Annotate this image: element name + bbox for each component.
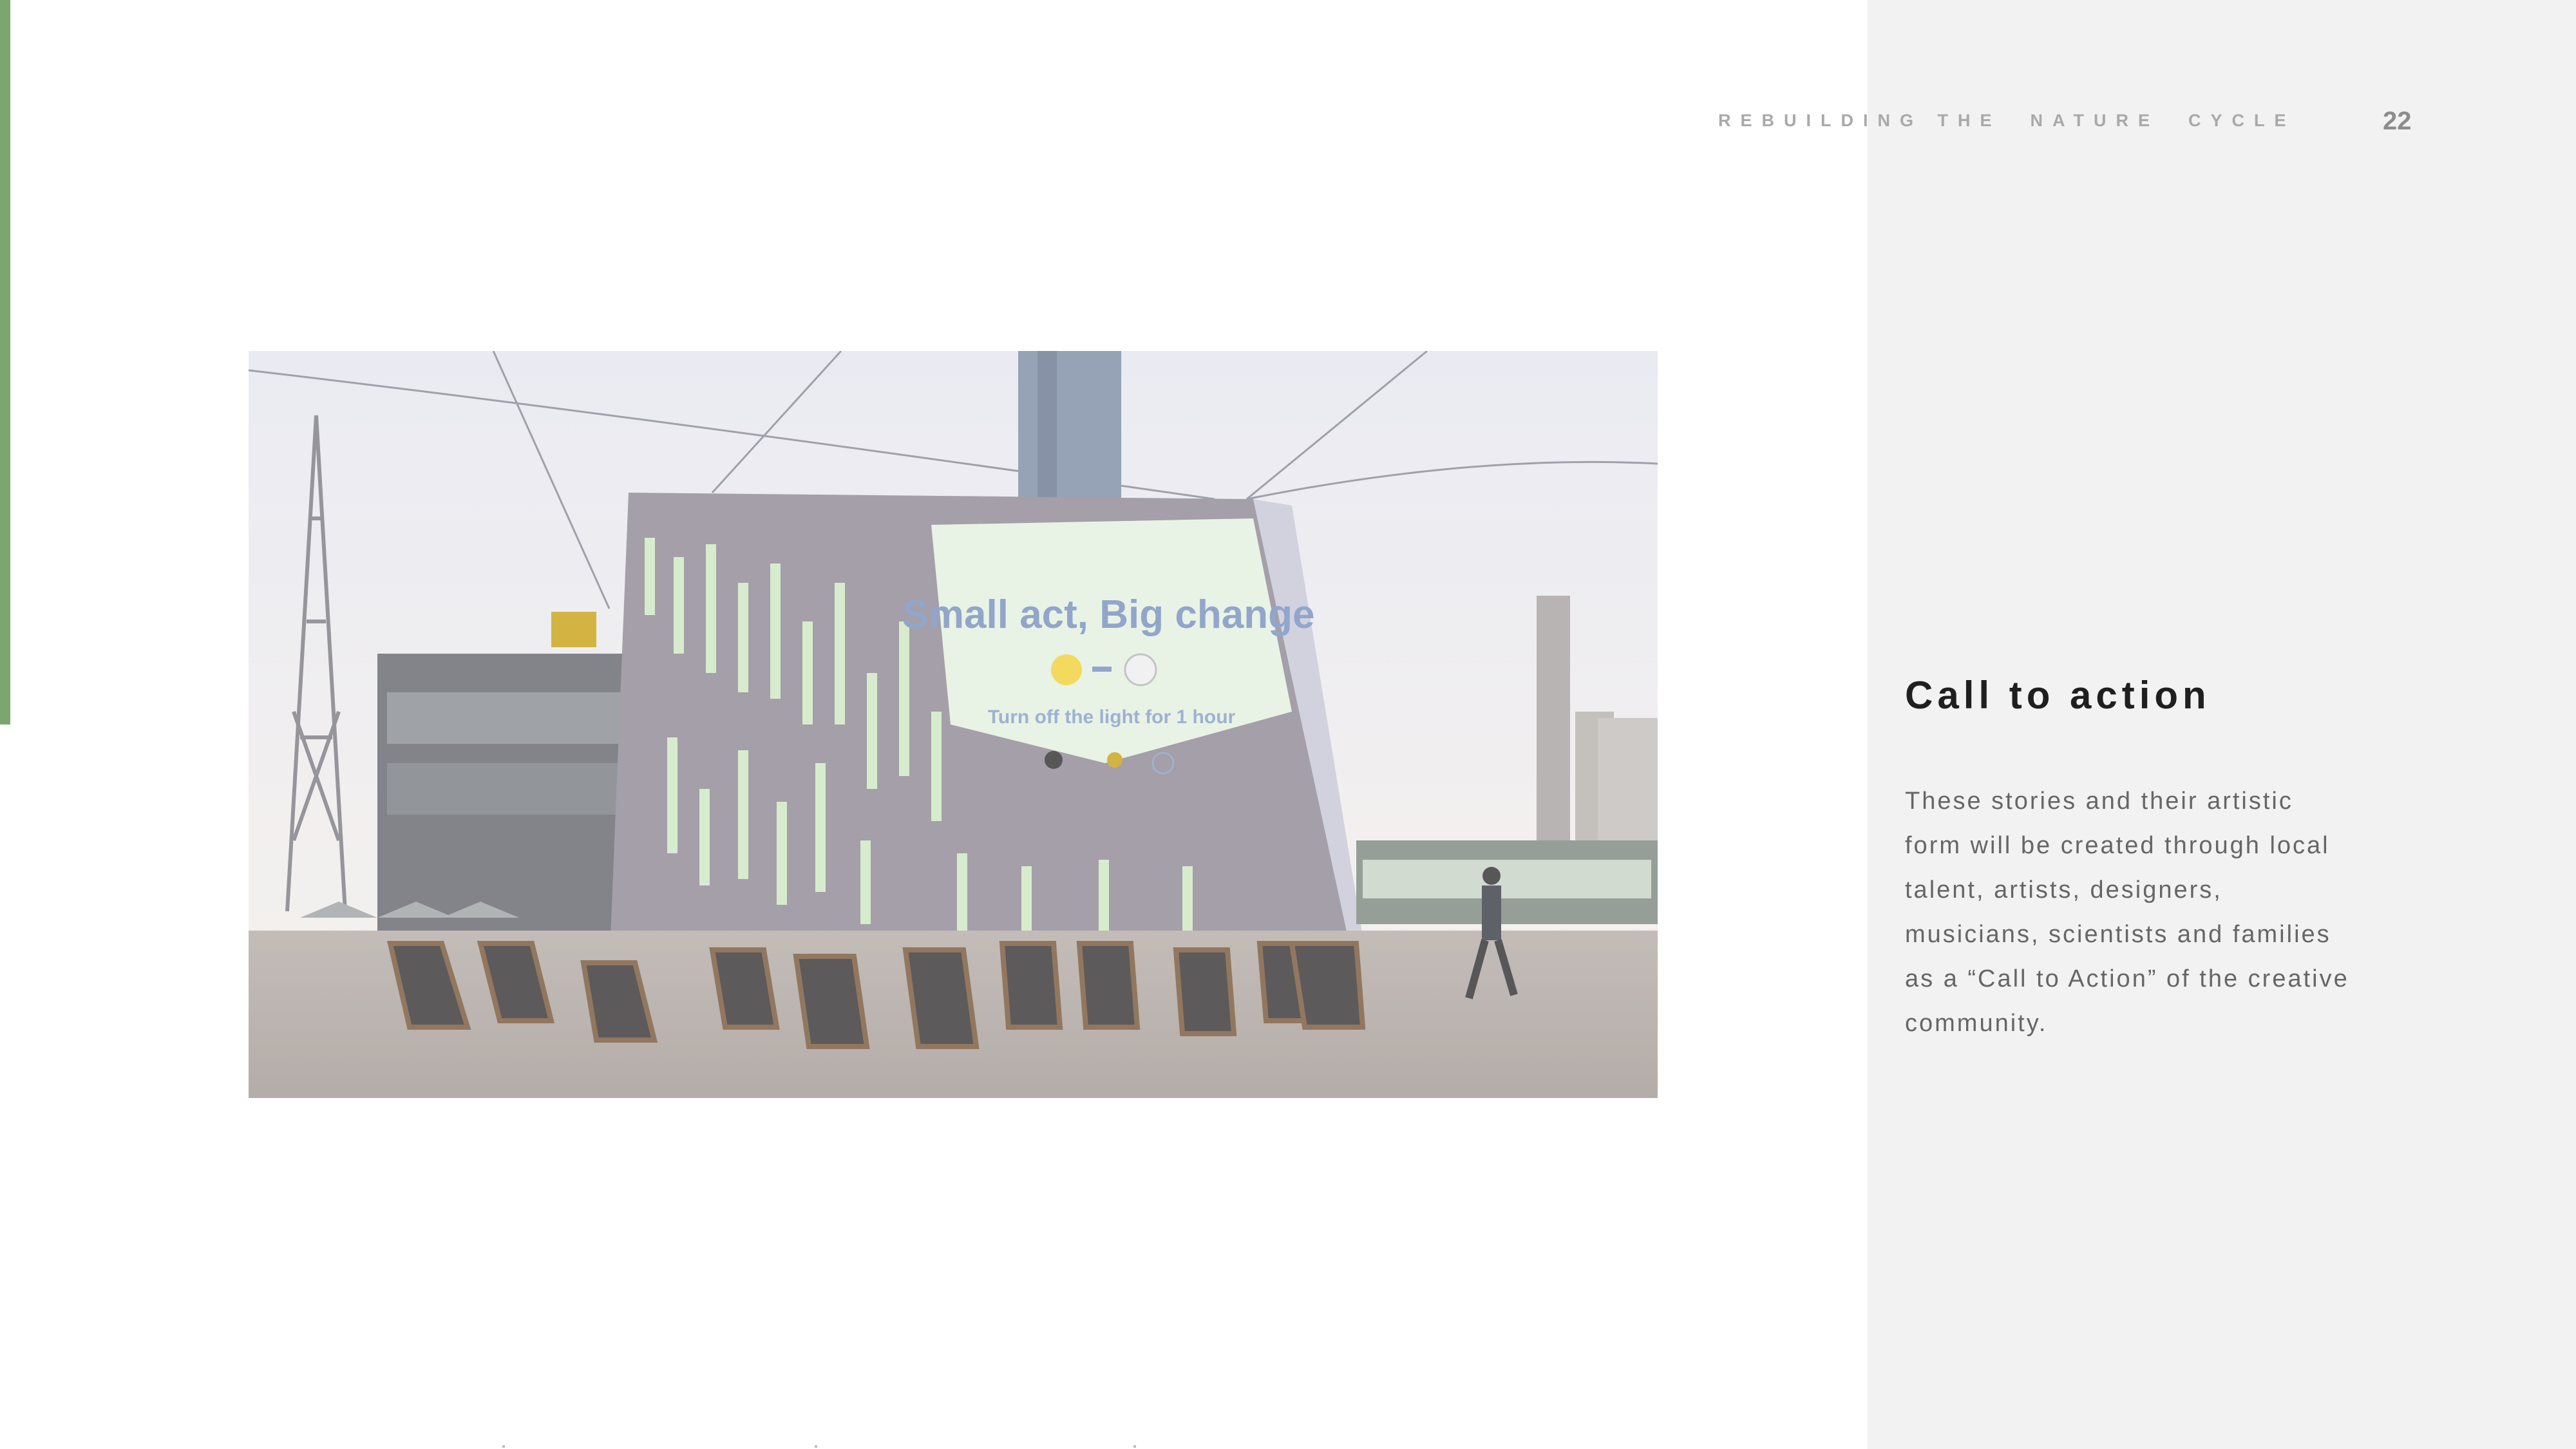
accent-bar — [0, 0, 10, 724]
photo-illustration: Small act, Big change Turn off the light… — [249, 351, 1658, 1098]
section-body: These stories and their artistic form wi… — [1905, 788, 2349, 1037]
section-heading: Call to action — [1905, 674, 2211, 717]
federation-square-photo: Small act, Big change Turn off the light… — [249, 351, 1658, 1098]
footer-marks — [502, 1445, 1146, 1449]
page-number: 22 — [2383, 107, 2412, 135]
side-panel — [1868, 0, 2576, 1449]
running-header: REBUILDING THE NATURE CYCLE — [1718, 111, 2296, 130]
